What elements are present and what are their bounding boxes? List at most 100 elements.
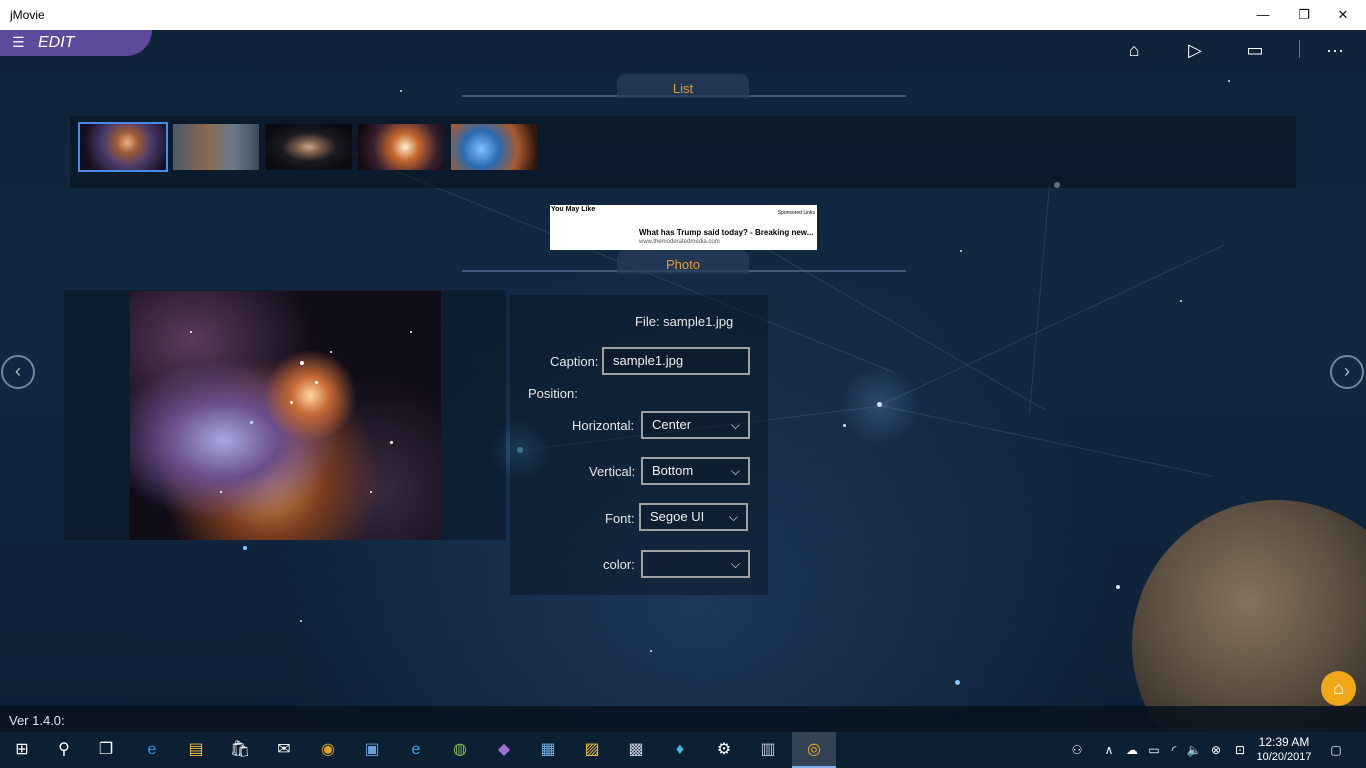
star	[330, 351, 332, 353]
search-icon[interactable]: ⚲	[42, 732, 86, 768]
star	[290, 401, 293, 404]
chevron-down-icon: ⌵	[730, 418, 740, 432]
edit-mode-tab: ☰ EDIT	[0, 30, 152, 56]
thumbnail-item[interactable]	[173, 124, 259, 170]
app-icon[interactable]: ▦	[526, 732, 570, 768]
wifi-icon[interactable]: ◜	[1164, 732, 1184, 768]
file-name-label: File: sample1.jpg	[635, 314, 734, 329]
settings-icon[interactable]: ⚙	[702, 732, 746, 768]
app-window: ☰ EDIT ⌂ ▷ ▭ ··· List You May Like Spons…	[0, 0, 1366, 732]
star	[877, 402, 882, 407]
start-icon[interactable]: ⊞	[0, 732, 44, 768]
star	[1116, 585, 1120, 589]
home-icon[interactable]: ⌂	[1120, 38, 1148, 62]
app-icon[interactable]: ▨	[570, 732, 614, 768]
star	[955, 680, 960, 685]
font-select[interactable]: Segoe UI ⌵	[639, 503, 748, 531]
color-label: color:	[603, 557, 635, 572]
play-icon[interactable]: ▷	[1181, 38, 1209, 62]
app-icon[interactable]: ▣	[350, 732, 394, 768]
next-arrow-button[interactable]: ›	[1330, 355, 1364, 389]
font-value: Segoe UI	[650, 509, 705, 524]
hamburger-menu-icon[interactable]: ☰	[12, 34, 25, 51]
edge-browser-icon[interactable]: e	[130, 732, 174, 768]
star	[1228, 80, 1230, 82]
ad-url: www.themoderatedmedia.com	[639, 239, 720, 245]
color-select[interactable]: ⌵	[641, 550, 750, 578]
star	[315, 381, 318, 384]
ad-headline[interactable]: What has Trump said today? - Breaking ne…	[639, 228, 813, 237]
horizontal-value: Center	[652, 417, 692, 432]
previous-arrow-button[interactable]: ‹	[1, 355, 35, 389]
clock-date: 10/20/2017	[1256, 751, 1312, 763]
thumbnail-item[interactable]	[451, 124, 537, 170]
star	[843, 424, 846, 427]
tab-list[interactable]: List	[617, 74, 749, 98]
photo-preview-image	[130, 291, 441, 540]
system-clock[interactable]: 12:39 AM 10/20/2017	[1252, 735, 1316, 763]
windows-taskbar: ⊞ ⚲ ❐ e ▤ 🛍 ✉ ◉ ▣ e ◍ ◆ ▦ ▨ ▩ ♦ ⚙ ▥ ◎ ⚇ …	[0, 732, 1366, 768]
camera-icon[interactable]: ▭	[1241, 38, 1269, 62]
star	[300, 620, 302, 622]
app-icon[interactable]: ▩	[614, 732, 658, 768]
close-button[interactable]: ✕	[1320, 0, 1366, 30]
star	[220, 491, 222, 493]
tab-photo[interactable]: Photo	[617, 250, 749, 274]
vertical-select[interactable]: Bottom ⌵	[641, 457, 750, 485]
chevron-down-icon: ⌵	[730, 557, 740, 571]
chrome-icon[interactable]: ◉	[306, 732, 350, 768]
home-fab-button[interactable]: ⌂	[1321, 671, 1356, 706]
horizontal-select[interactable]: Center ⌵	[641, 411, 750, 439]
jmovie-taskbar-icon[interactable]: ◎	[792, 732, 836, 768]
volume-icon[interactable]: 🔈	[1184, 732, 1204, 768]
version-label: Ver 1.4.0:	[9, 713, 65, 728]
minimize-button[interactable]: —	[1240, 0, 1286, 30]
star	[243, 546, 247, 550]
thumbnail-item[interactable]	[78, 122, 168, 172]
constellation-line	[880, 244, 1225, 406]
caption-input[interactable]: sample1.jpg	[602, 347, 750, 375]
action-center-icon[interactable]: ▢	[1324, 732, 1348, 768]
people-icon[interactable]: ⚇	[1066, 732, 1088, 768]
battery-icon[interactable]: ▭	[1144, 732, 1164, 768]
ad-sponsored-label: Sponsored Links	[777, 210, 815, 216]
onedrive-icon[interactable]: ☁	[1122, 732, 1142, 768]
star	[960, 250, 962, 252]
window-title: jMovie	[10, 8, 45, 22]
mode-label: EDIT	[38, 34, 75, 51]
constellation-line	[879, 405, 1213, 477]
star	[190, 331, 192, 333]
app-icon[interactable]: ▥	[746, 732, 790, 768]
constellation-line	[1028, 184, 1050, 415]
star	[410, 331, 412, 333]
sponsored-ad-banner[interactable]: You May Like Sponsored Links What has Tr…	[550, 205, 817, 250]
star	[400, 90, 402, 92]
toolbar-divider	[1299, 40, 1300, 58]
thumbnail-item[interactable]	[266, 124, 352, 170]
clock-time: 12:39 AM	[1258, 735, 1310, 749]
visual-studio-icon[interactable]: ◆	[482, 732, 526, 768]
window-titlebar: jMovie — ❐ ✕	[0, 0, 1366, 30]
notification-dismiss-icon[interactable]: ⊗	[1206, 732, 1226, 768]
mail-icon[interactable]: ✉	[262, 732, 306, 768]
android-studio-icon[interactable]: ◍	[438, 732, 482, 768]
caption-label: Caption:	[550, 354, 599, 369]
horizontal-label: Horizontal:	[572, 418, 635, 433]
position-label: Position:	[528, 386, 578, 401]
task-view-icon[interactable]: ❐	[84, 732, 128, 768]
app-icon[interactable]: ♦	[658, 732, 702, 768]
chevron-down-icon: ⌵	[730, 464, 740, 478]
more-options-icon[interactable]: ···	[1321, 38, 1349, 62]
thumbnail-item[interactable]	[358, 124, 444, 170]
font-label: Font:	[605, 511, 635, 526]
star	[390, 441, 393, 444]
store-icon[interactable]: 🛍	[218, 732, 262, 768]
internet-explorer-icon[interactable]: e	[394, 732, 438, 768]
status-bar: Ver 1.4.0:	[0, 706, 1366, 732]
input-method-icon[interactable]: ⊡	[1230, 732, 1250, 768]
show-hidden-icons-icon[interactable]: ∧	[1100, 732, 1118, 768]
file-explorer-icon[interactable]: ▤	[174, 732, 218, 768]
ad-title: You May Like	[551, 206, 596, 213]
chevron-down-icon: ⌵	[728, 510, 738, 524]
star	[650, 650, 652, 652]
